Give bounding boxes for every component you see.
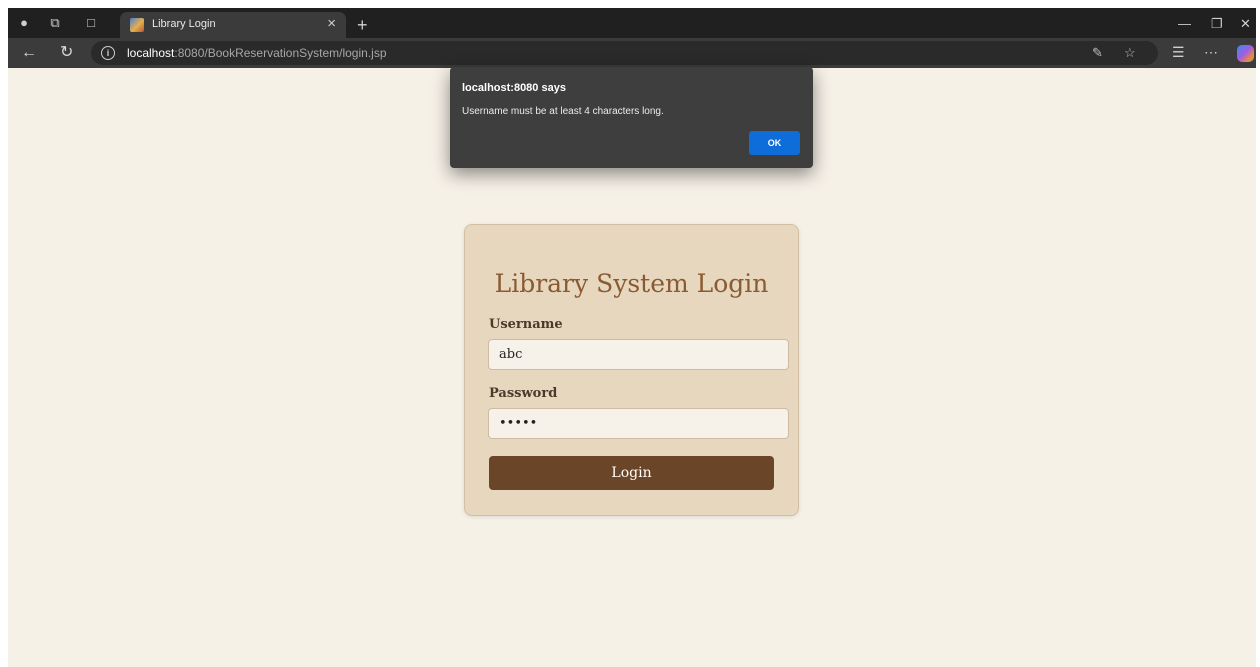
- close-tab-icon[interactable]: ×: [327, 15, 336, 32]
- copilot-icon[interactable]: [1237, 45, 1254, 62]
- tab-strip: ● ⧉ □ Library Login × + — ❐ ✕: [8, 8, 1256, 38]
- alert-dialog: localhost:8080 says Username must be at …: [450, 67, 813, 168]
- username-label: Username: [489, 317, 563, 332]
- ok-button[interactable]: OK: [749, 131, 800, 155]
- workspaces-icon[interactable]: ⧉: [46, 14, 64, 32]
- profile-icon[interactable]: ●: [15, 14, 33, 32]
- new-tab-icon[interactable]: +: [357, 16, 368, 34]
- password-label: Password: [489, 386, 558, 401]
- browser-toolbar: ← ↻ i localhost:8080/BookReservationSyst…: [8, 38, 1256, 68]
- back-icon[interactable]: ←: [21, 43, 37, 63]
- dialog-title: localhost:8080 says: [462, 82, 566, 94]
- favorites-icon[interactable]: ☰: [1172, 44, 1185, 61]
- close-window-icon[interactable]: ✕: [1240, 16, 1251, 32]
- tab-actions-icon[interactable]: □: [82, 14, 100, 32]
- more-options-icon[interactable]: ⋯: [1204, 44, 1218, 61]
- info-icon[interactable]: i: [101, 46, 115, 60]
- favorite-star-icon[interactable]: ☆: [1124, 45, 1136, 61]
- tab-library-login[interactable]: Library Login ×: [120, 12, 346, 38]
- login-button[interactable]: Login: [489, 456, 774, 490]
- page-title: Library System Login: [494, 269, 769, 298]
- password-input[interactable]: [488, 408, 789, 439]
- read-aloud-icon[interactable]: ✎: [1092, 45, 1103, 61]
- url-text: localhost:8080/BookReservationSystem/log…: [127, 46, 387, 60]
- tab-title: Library Login: [152, 18, 216, 30]
- address-bar[interactable]: i localhost:8080/BookReservationSystem/l…: [91, 41, 1158, 65]
- dialog-message: Username must be at least 4 characters l…: [462, 106, 664, 117]
- minimize-icon[interactable]: —: [1178, 16, 1191, 31]
- refresh-icon[interactable]: ↻: [60, 43, 73, 63]
- login-card: Library System Login Username Password L…: [464, 224, 799, 516]
- username-input[interactable]: [488, 339, 789, 370]
- favicon-icon: [130, 18, 144, 32]
- restore-icon[interactable]: ❐: [1211, 16, 1223, 32]
